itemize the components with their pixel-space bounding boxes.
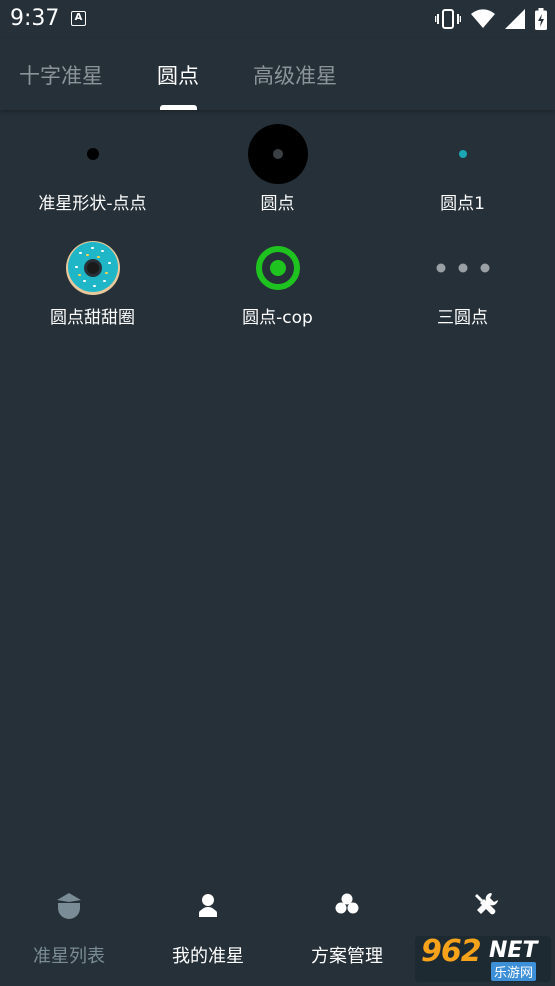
crosshair-item[interactable]: 圆点 [185, 110, 370, 224]
green-ring-dot-icon [246, 236, 310, 300]
status-bar: 9:37 A [0, 0, 555, 38]
crosshair-label: 圆点-cop [242, 308, 313, 328]
tab-bar: 十字准星 圆点 高级准星 [0, 38, 555, 110]
status-icons [435, 8, 547, 30]
donut-icon [61, 236, 125, 300]
small-black-dot-icon [61, 122, 125, 186]
nav-my-crosshair[interactable]: 我的准星 [139, 878, 277, 986]
tab-dot[interactable]: 圆点 [157, 60, 199, 90]
status-time: 9:37 [10, 6, 60, 31]
crosshair-label: 圆点甜甜圈 [50, 308, 135, 328]
crosshair-item[interactable]: 三圆点 [370, 224, 555, 338]
user-icon [199, 894, 217, 917]
crosshair-label: 圆点1 [440, 194, 485, 214]
crosshair-item[interactable]: 准星形状-点点 [0, 110, 185, 224]
tools-icon [475, 893, 498, 915]
clover-icon [335, 893, 359, 914]
large-black-circle-icon [246, 122, 310, 186]
crosshair-list-icon [57, 893, 81, 919]
crosshair-item[interactable]: 圆点甜甜圈 [0, 224, 185, 338]
tiny-teal-dot-icon [431, 122, 495, 186]
battery-icon [535, 8, 547, 30]
tab-advanced[interactable]: 高级准星 [253, 60, 337, 90]
crosshair-label: 三圆点 [437, 308, 488, 328]
tab-crosshair[interactable]: 十字准星 [19, 60, 103, 90]
nav-label: 我的准星 [172, 946, 244, 967]
nav-crosshair-list[interactable]: 准星列表 [0, 878, 138, 986]
wifi-icon [471, 9, 495, 28]
nav-plan-manage[interactable]: 方案管理 [278, 878, 416, 986]
watermark-subtitle: 乐游网 [491, 962, 537, 981]
watermark-suffix: NET [489, 938, 538, 963]
vibrate-icon [435, 9, 461, 29]
crosshair-label: 准星形状-点点 [38, 194, 147, 214]
nav-label: 方案管理 [311, 946, 383, 967]
nav-label: 准星列表 [33, 946, 105, 967]
crosshair-item[interactable]: 圆点1 [370, 110, 555, 224]
watermark-logo: 962 NET 乐游网 [415, 934, 551, 982]
signal-icon [505, 9, 525, 29]
watermark-brand: 962 [421, 934, 482, 969]
notification-a-icon: A [71, 11, 86, 26]
crosshair-label: 圆点 [260, 194, 295, 214]
crosshair-item[interactable]: 圆点-cop [185, 224, 370, 338]
three-dots-icon [431, 236, 495, 300]
